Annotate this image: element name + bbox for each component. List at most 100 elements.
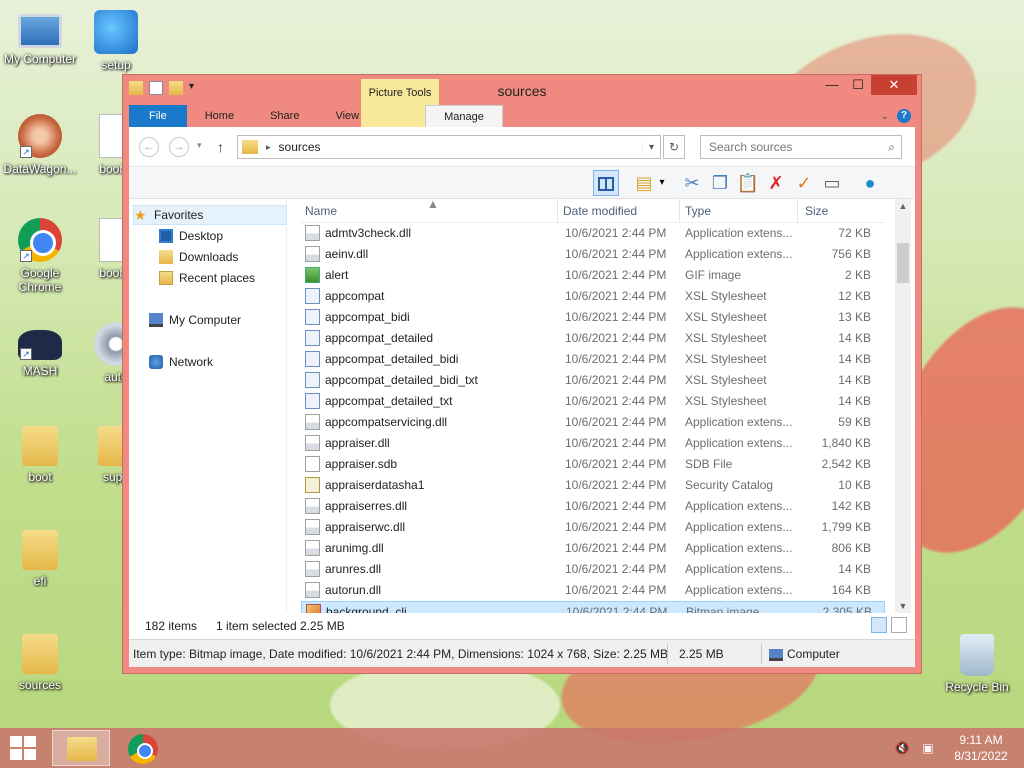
file-date: 10/6/2021 2:44 PM [565, 415, 667, 429]
large-icons-view-button[interactable] [891, 617, 907, 633]
tab-home[interactable]: Home [187, 105, 252, 127]
column-type[interactable]: Type [685, 204, 711, 218]
nav-network[interactable]: Network [149, 352, 213, 372]
refresh-button[interactable]: ↻ [663, 135, 685, 159]
vertical-scrollbar[interactable]: ▲ ▼ [895, 199, 911, 613]
column-divider[interactable] [679, 199, 680, 223]
recent-locations-icon[interactable]: ▾ [197, 140, 202, 151]
computer-icon [149, 313, 163, 327]
nav-network-label: Network [169, 355, 214, 369]
taskbar-file-explorer[interactable] [52, 730, 110, 766]
checkmark-icon[interactable]: ✓ [791, 170, 817, 196]
close-button[interactable]: ✕ [871, 75, 917, 95]
file-row[interactable]: appraiserres.dll 10/6/2021 2:44 PM Applica… [301, 496, 885, 517]
title-bar[interactable]: ▾ Picture Tools sources — ☐ ✕ [123, 75, 921, 129]
file-row[interactable]: arunres.dll 10/6/2021 2:44 PM Application … [301, 559, 885, 580]
desktop-icon-google-chrome[interactable]: ↗ Google Chrome [0, 218, 80, 294]
window-title: sources [497, 83, 547, 99]
file-row[interactable]: appcompat 10/6/2021 2:44 PM XSL Stylesheet… [301, 286, 885, 307]
file-row[interactable]: appcompat_detailed_txt 10/6/2021 2:44 PM X… [301, 391, 885, 412]
minimize-button[interactable]: — [819, 75, 845, 95]
start-button[interactable] [10, 736, 38, 762]
preview-pane-button[interactable] [593, 170, 619, 196]
file-row[interactable]: appcompat_detailed_bidi_txt 10/6/2021 2:4… [301, 370, 885, 391]
desktop-icon-setup[interactable]: setup [76, 10, 156, 72]
taskbar-chrome[interactable] [114, 730, 172, 766]
tab-manage[interactable]: Manage [425, 105, 503, 127]
file-row[interactable]: admtv3check.dll 10/6/2021 2:44 PM Applicat… [301, 223, 885, 244]
nav-my-computer[interactable]: My Computer [149, 310, 241, 330]
item-count: 182 items [145, 619, 198, 633]
folder-options-button[interactable]: ▤ [631, 170, 657, 196]
desktop-icon-datawagon[interactable]: ↗ DataWagon... [0, 114, 80, 176]
expand-ribbon-icon[interactable]: ⌄ [881, 111, 889, 122]
file-name: appcompat [325, 289, 385, 303]
file-row[interactable]: appcompat_bidi 10/6/2021 2:44 PM XSL Style… [301, 307, 885, 328]
nav-recent-places[interactable]: Recent places [159, 268, 255, 288]
file-date: 10/6/2021 2:44 PM [565, 289, 667, 303]
details-view-button[interactable] [871, 617, 887, 633]
file-row[interactable]: appcompatservicing.dll 10/6/2021 2:44 PM A… [301, 412, 885, 433]
globe-icon[interactable]: ● [857, 170, 883, 196]
copy-icon[interactable]: ❐ [707, 170, 733, 196]
chevron-down-icon[interactable]: ▾ [655, 170, 669, 196]
search-input[interactable]: Search sources ⌕ [700, 135, 902, 159]
desktop-icon-my-computer[interactable]: My Computer [0, 10, 80, 66]
tab-share[interactable]: Share [252, 105, 317, 127]
maximize-button[interactable]: ☐ [845, 75, 871, 95]
column-date-modified[interactable]: Date modified [563, 204, 637, 218]
forward-button[interactable]: → [169, 137, 189, 157]
network-icon[interactable]: ▣ [920, 741, 936, 755]
delete-icon[interactable]: ✗ [763, 170, 789, 196]
help-icon[interactable]: ? [897, 109, 911, 123]
file-size: 2 KB [844, 268, 871, 282]
status-bar: 182 items 1 item selected 2.25 MB [129, 613, 915, 639]
back-button[interactable]: ← [139, 137, 159, 157]
file-date: 10/6/2021 2:44 PM [565, 247, 667, 261]
file-row[interactable]: appraiserdatasha1 10/6/2021 2:44 PM Securi… [301, 475, 885, 496]
chevron-down-icon[interactable]: ▾ [642, 141, 660, 153]
column-divider[interactable] [557, 199, 558, 223]
desktop-icon-efi[interactable]: efi [0, 530, 80, 588]
file-name: alert [325, 268, 349, 282]
item-details: Item type: Bitmap image, Date modified: … [133, 647, 668, 661]
column-divider[interactable] [797, 199, 798, 223]
file-xsl-icon [305, 351, 320, 367]
file-row[interactable]: aeinv.dll 10/6/2021 2:44 PM Application ex… [301, 244, 885, 265]
scrollbar-thumb[interactable] [897, 243, 909, 283]
recycle-bin-icon [960, 634, 994, 676]
desktop-icon-recycle-bin[interactable]: Recycle Bin [934, 634, 1020, 694]
file-name: appcompat_bidi [325, 310, 410, 324]
chevron-right-icon[interactable]: ▸ [266, 142, 271, 153]
paste-icon[interactable]: 📋 [735, 170, 761, 196]
desktop-icon-sources[interactable]: sources [0, 634, 80, 692]
file-type: Application extens... [685, 541, 793, 555]
file-row[interactable]: alert 10/6/2021 2:44 PM GIF image 2 KB [301, 265, 885, 286]
file-row[interactable]: appcompat_detailed_bidi 10/6/2021 2:44 PM… [301, 349, 885, 370]
nav-downloads[interactable]: Downloads [159, 247, 238, 267]
clock[interactable]: 9:11 AM 8/31/2022 [946, 732, 1016, 764]
volume-muted-icon[interactable]: 🔇 [894, 741, 910, 755]
file-row[interactable]: appcompat_detailed 10/6/2021 2:44 PM XSL S… [301, 328, 885, 349]
properties-icon[interactable]: ▭ [819, 170, 845, 196]
scroll-down-icon[interactable]: ▼ [895, 601, 911, 611]
column-size[interactable]: Size [805, 204, 828, 218]
file-row[interactable]: appraiserwc.dll 10/6/2021 2:44 PM Applicat… [301, 517, 885, 538]
command-toolbar: ▤ ▾ ✂ ❐ 📋 ✗ ✓ ▭ ● [129, 167, 915, 199]
file-row[interactable]: appraiser.sdb 10/6/2021 2:44 PM SDB File 2,… [301, 454, 885, 475]
file-dll-icon [305, 561, 320, 577]
address-bar[interactable]: ▸ sources ▾ [237, 135, 661, 159]
scroll-up-icon[interactable]: ▲ [895, 201, 911, 211]
file-row[interactable]: appraiser.dll 10/6/2021 2:44 PM Applicatio… [301, 433, 885, 454]
column-name[interactable]: Name [305, 204, 337, 218]
tab-view[interactable]: View [317, 105, 377, 127]
desktop-icon-mash[interactable]: ↗ MASH [0, 322, 80, 378]
nav-favorites[interactable]: ★ Favorites [133, 205, 287, 225]
file-row[interactable]: arunimg.dll 10/6/2021 2:44 PM Application … [301, 538, 885, 559]
nav-desktop[interactable]: Desktop [159, 226, 223, 246]
up-button[interactable]: ↑ [217, 139, 224, 155]
tab-file[interactable]: File [129, 105, 187, 127]
desktop-icon-boot[interactable]: boot [0, 426, 80, 484]
cut-icon[interactable]: ✂ [679, 170, 705, 196]
file-row[interactable]: autorun.dll 10/6/2021 2:44 PM Application … [301, 580, 885, 601]
